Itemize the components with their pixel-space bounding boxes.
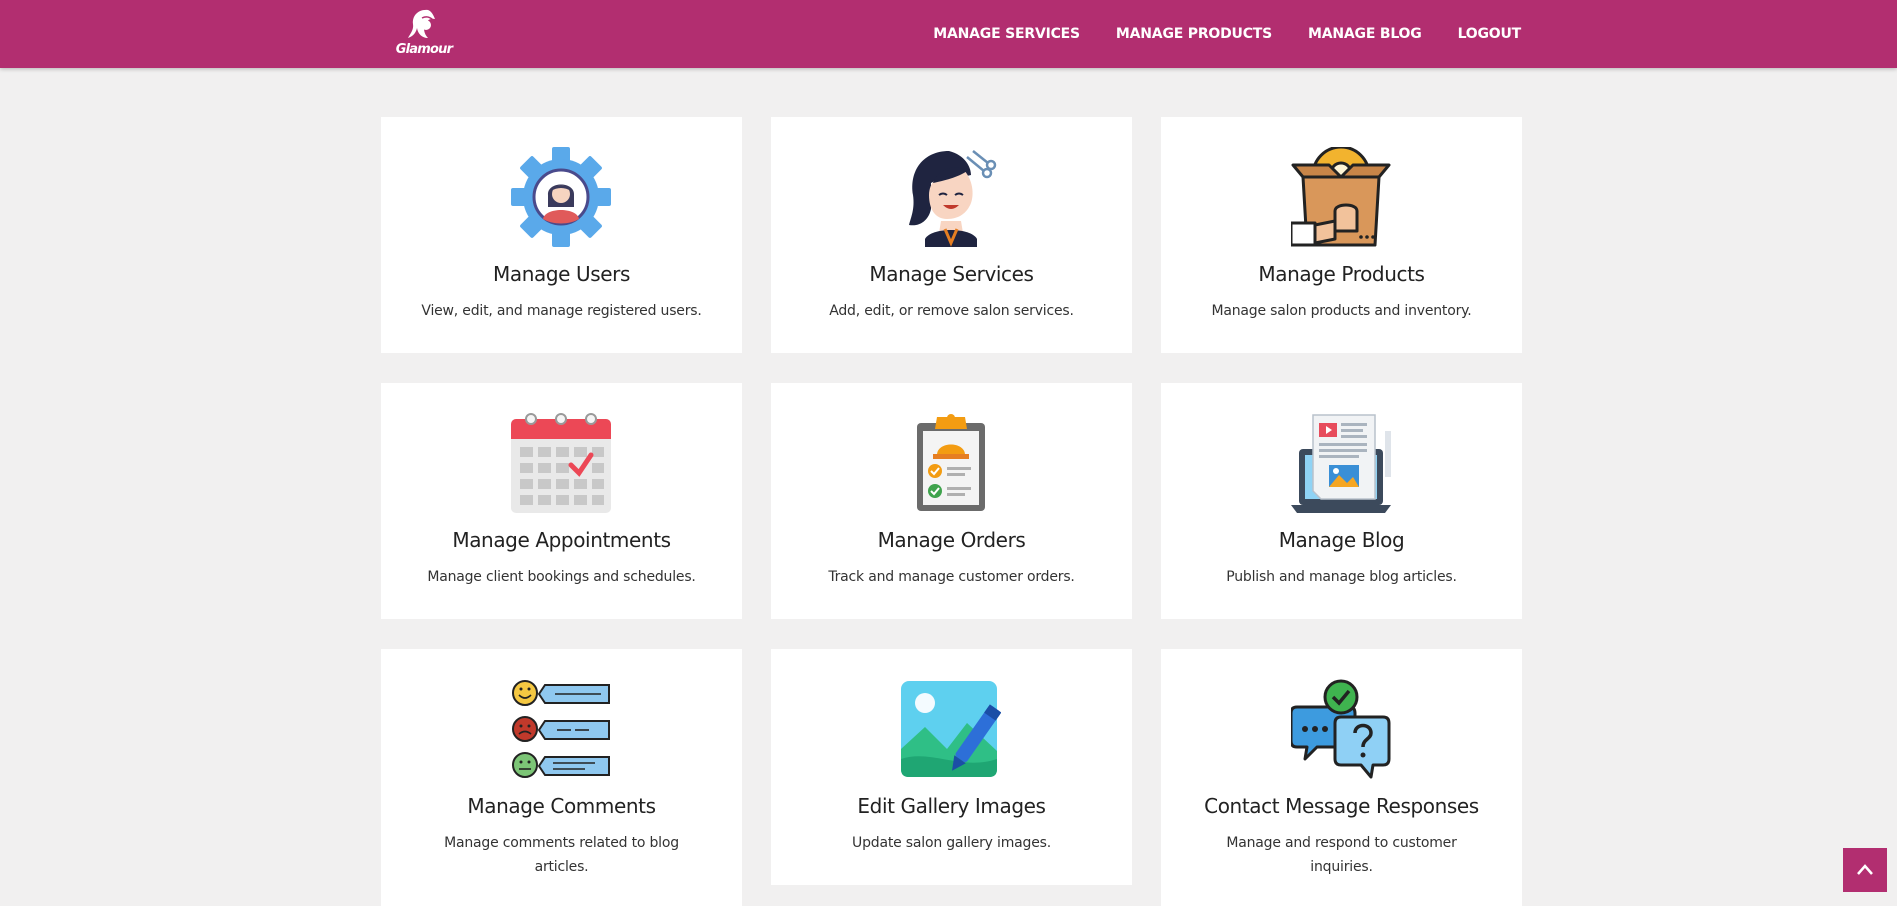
card-title: Manage Orders xyxy=(877,528,1026,552)
card-description: Manage salon products and inventory. xyxy=(1211,303,1472,319)
brand-logo[interactable]: Glamour xyxy=(390,8,458,60)
nav-manage-services[interactable]: MANAGE SERVICES xyxy=(933,26,1080,42)
card-title: Edit Gallery Images xyxy=(857,794,1046,818)
laptop-blog-icon xyxy=(1291,413,1391,513)
card-description: Manage client bookings and schedules. xyxy=(427,569,696,585)
card-title: Manage Services xyxy=(869,262,1034,286)
chevron-up-icon xyxy=(1857,864,1873,875)
card-description: View, edit, and manage registered users. xyxy=(421,303,702,319)
feedback-comments-icon xyxy=(511,679,611,779)
card-title: Manage Comments xyxy=(467,794,656,818)
scroll-to-top-button[interactable] xyxy=(1843,848,1887,892)
card-description: Publish and manage blog articles. xyxy=(1226,569,1457,585)
product-box-icon xyxy=(1289,145,1391,247)
card-description: Track and manage customer orders. xyxy=(828,569,1075,585)
hair-salon-icon xyxy=(901,147,1001,247)
card-description: Add, edit, or remove salon services. xyxy=(829,303,1074,319)
card-description: Manage and respond to customer inquiries… xyxy=(1226,835,1457,875)
woman-silhouette-icon xyxy=(408,9,435,38)
chat-bubbles-icon xyxy=(1289,679,1391,779)
user-gear-icon xyxy=(511,147,611,247)
nav-logout[interactable]: LOGOUT xyxy=(1458,26,1522,42)
card-manage-users[interactable]: Manage Users View, edit, and manage regi… xyxy=(381,117,742,353)
card-title: Manage Products xyxy=(1258,262,1425,286)
card-contact-message-responses[interactable]: Contact Message Responses Manage and res… xyxy=(1161,649,1522,906)
nav-manage-products[interactable]: MANAGE PRODUCTS xyxy=(1116,26,1272,42)
card-manage-services[interactable]: Manage Services Add, edit, or remove sal… xyxy=(771,117,1132,353)
card-title: Manage Users xyxy=(492,262,630,286)
card-description: Update salon gallery images. xyxy=(852,835,1051,851)
card-manage-products[interactable]: Manage Products Manage salon products an… xyxy=(1161,117,1522,353)
card-title: Manage Blog xyxy=(1278,528,1405,552)
card-title: Manage Appointments xyxy=(452,528,671,552)
image-edit-icon xyxy=(901,679,1002,779)
nav-manage-blog[interactable]: MANAGE BLOG xyxy=(1308,26,1422,42)
nav-links: MANAGE SERVICES MANAGE PRODUCTS MANAGE B… xyxy=(933,0,1521,68)
card-manage-blog[interactable]: Manage Blog Publish and manage blog arti… xyxy=(1161,383,1522,619)
card-edit-gallery-images[interactable]: Edit Gallery Images Update salon gallery… xyxy=(771,649,1132,885)
logo-text: Glamour xyxy=(395,42,453,57)
card-manage-appointments[interactable]: Manage Appointments Manage client bookin… xyxy=(381,383,742,619)
card-description: Manage comments related to blog articles… xyxy=(444,835,679,875)
card-manage-comments[interactable]: Manage Comments Manage comments related … xyxy=(381,649,742,906)
card-manage-orders[interactable]: Manage Orders Track and manage customer … xyxy=(771,383,1132,619)
card-title: Contact Message Responses xyxy=(1204,794,1479,818)
clipboard-checklist-icon xyxy=(901,413,1001,513)
top-navbar: Glamour MANAGE SERVICES MANAGE PRODUCTS … xyxy=(0,0,1897,68)
calendar-icon xyxy=(511,413,611,513)
